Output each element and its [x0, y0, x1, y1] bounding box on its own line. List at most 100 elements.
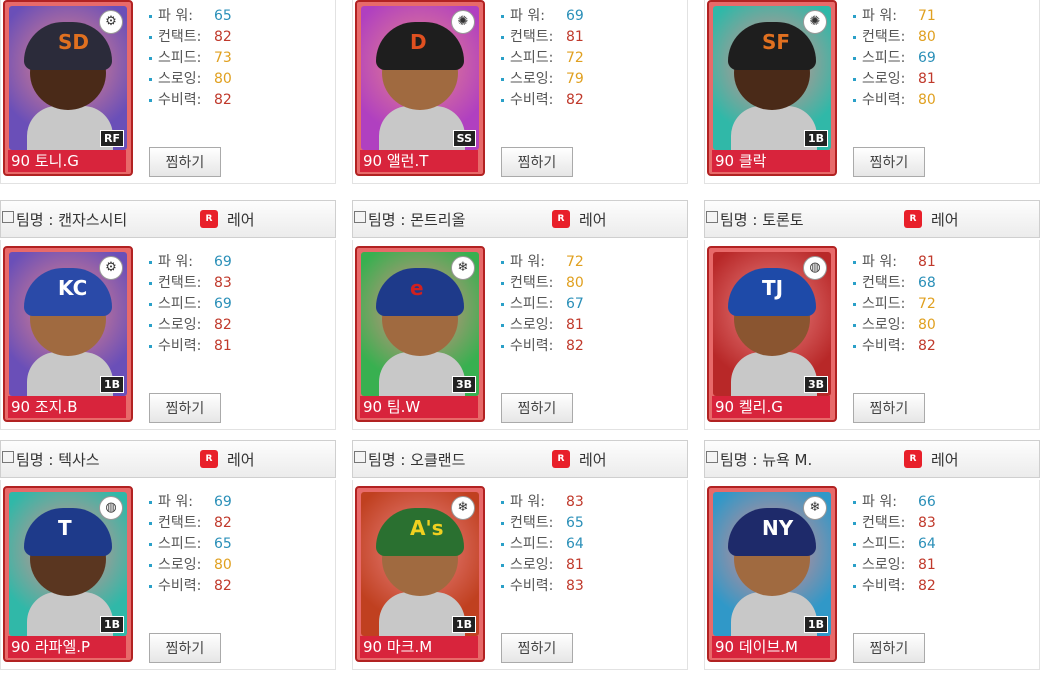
wishlist-button[interactable]: 찜하기	[149, 633, 221, 663]
select-checkbox[interactable]	[706, 451, 718, 463]
wishlist-button[interactable]: 찜하기	[853, 393, 925, 423]
player-card[interactable]: SF ✺ 1B 90 클락	[707, 0, 837, 176]
wishlist-button[interactable]: 찜하기	[501, 393, 573, 423]
stat-value: 80	[918, 29, 936, 45]
select-checkbox[interactable]	[2, 451, 14, 463]
stat-row: 스피드: 67	[501, 294, 584, 315]
stat-label: 스피드:	[158, 50, 202, 66]
wishlist-button[interactable]: 찜하기	[149, 393, 221, 423]
stat-value: 81	[918, 71, 936, 87]
stat-row: 스로잉: 81	[853, 555, 936, 576]
stat-value: 81	[566, 29, 584, 45]
stat-value: 79	[566, 71, 584, 87]
team-logo: KC	[58, 276, 88, 300]
stat-value: 73	[214, 50, 232, 66]
stat-label: 파 워:	[862, 8, 897, 24]
stat-label: 파 워:	[510, 494, 545, 510]
stat-label: 수비력:	[158, 338, 202, 354]
player-card[interactable]: A's ❄ 1B 90 마크.M	[355, 486, 485, 662]
stat-label: 수비력:	[158, 578, 202, 594]
position-badge: 3B	[451, 376, 476, 393]
wishlist-button[interactable]: 찜하기	[501, 633, 573, 663]
stat-label: 스피드:	[862, 536, 906, 552]
select-checkbox[interactable]	[354, 451, 366, 463]
card-box: SD ⚙ RF 90 토니.G 파 워: 65 컨택트: 82 스피드: 73 스로잉: 80 수비력:…	[0, 0, 336, 184]
player-card[interactable]: T ◍ 1B 90 라파엘.P	[3, 486, 133, 662]
stat-row: 스피드: 69	[853, 48, 936, 69]
gear-icon: ⚙	[99, 256, 123, 280]
select-checkbox[interactable]	[706, 211, 718, 223]
stat-label: 파 워:	[862, 494, 897, 510]
player-name: 90 앨런.T	[360, 150, 478, 172]
stat-list: 파 워: 69 컨택트: 82 스피드: 65 스로잉: 80 수비력: 82	[149, 492, 232, 597]
player-card[interactable]: KC ⚙ 1B 90 조지.B	[3, 246, 133, 422]
select-checkbox[interactable]	[2, 211, 14, 223]
stat-row: 파 워: 65	[149, 6, 232, 27]
bullet-icon	[149, 584, 152, 588]
player-card[interactable]: D ✺ SS 90 앨런.T	[355, 0, 485, 176]
stat-list: 파 워: 65 컨택트: 82 스피드: 73 스로잉: 80 수비력: 82	[149, 6, 232, 111]
player-card[interactable]: NY ❄ 1B 90 데이브.M	[707, 486, 837, 662]
bullet-icon	[501, 56, 504, 60]
bullet-icon	[853, 521, 856, 525]
bullet-icon	[853, 56, 856, 60]
stat-row: 컨택트: 80	[853, 27, 936, 48]
stat-row: 파 워: 81	[853, 252, 936, 273]
stat-row: 스피드: 72	[853, 294, 936, 315]
stat-list: 파 워: 66 컨택트: 83 스피드: 64 스로잉: 81 수비력: 82	[853, 492, 936, 597]
stat-label: 수비력:	[862, 338, 906, 354]
team-logo: e	[410, 276, 424, 300]
stat-label: 스로잉:	[862, 557, 906, 573]
stat-row: 수비력: 82	[149, 576, 232, 597]
team-logo: SD	[58, 30, 90, 54]
player-card[interactable]: e ❄ 3B 90 팀.W	[355, 246, 485, 422]
stat-list: 파 워: 81 컨택트: 68 스피드: 72 스로잉: 80 수비력: 82	[853, 252, 936, 357]
stat-row: 스피드: 73	[149, 48, 232, 69]
stat-label: 수비력:	[510, 578, 554, 594]
sun-icon: ✺	[451, 10, 475, 34]
wishlist-button[interactable]: 찜하기	[853, 633, 925, 663]
team-logo: T	[58, 516, 72, 540]
player-name: 90 조지.B	[8, 396, 126, 418]
bullet-icon	[149, 98, 152, 102]
rarity-label: 레어	[931, 211, 959, 229]
wishlist-button[interactable]: 찜하기	[853, 147, 925, 177]
team-name: 팀명 : 몬트리올	[368, 211, 466, 229]
rarity-label: 레어	[227, 451, 255, 469]
bullet-icon	[853, 302, 856, 306]
bullet-icon	[149, 35, 152, 39]
stat-label: 스로잉:	[510, 557, 554, 573]
gear-icon: ⚙	[99, 10, 123, 34]
stat-label: 스로잉:	[862, 71, 906, 87]
stat-row: 컨택트: 83	[149, 273, 232, 294]
player-name: 90 켈리.G	[712, 396, 830, 418]
stat-row: 컨택트: 80	[501, 273, 584, 294]
position-badge: 3B	[803, 376, 828, 393]
team-name: 팀명 : 캔자스시티	[16, 211, 128, 229]
stat-value: 80	[214, 71, 232, 87]
player-card[interactable]: SD ⚙ RF 90 토니.G	[3, 0, 133, 176]
wishlist-button[interactable]: 찜하기	[149, 147, 221, 177]
bullet-icon	[501, 302, 504, 306]
stat-list: 파 워: 69 컨택트: 83 스피드: 69 스로잉: 82 수비력: 81	[149, 252, 232, 357]
stat-label: 컨택트:	[158, 275, 202, 291]
player-card[interactable]: TJ ◍ 3B 90 켈리.G	[707, 246, 837, 422]
stat-row: 컨택트: 82	[149, 27, 232, 48]
bullet-icon	[149, 14, 152, 18]
position-badge: SS	[452, 130, 476, 147]
stat-row: 파 워: 83	[501, 492, 584, 513]
stat-value: 82	[918, 578, 936, 594]
stat-value: 81	[566, 557, 584, 573]
stat-row: 수비력: 82	[149, 90, 232, 111]
bullet-icon	[853, 77, 856, 81]
stat-row: 스로잉: 80	[853, 315, 936, 336]
stat-row: 스피드: 72	[501, 48, 584, 69]
wishlist-button[interactable]: 찜하기	[501, 147, 573, 177]
stat-value: 65	[214, 536, 232, 552]
team-logo: SF	[762, 30, 791, 54]
position-badge: 1B	[803, 130, 828, 147]
select-checkbox[interactable]	[354, 211, 366, 223]
stat-label: 스로잉:	[862, 317, 906, 333]
stat-row: 파 워: 72	[501, 252, 584, 273]
stat-value: 64	[566, 536, 584, 552]
